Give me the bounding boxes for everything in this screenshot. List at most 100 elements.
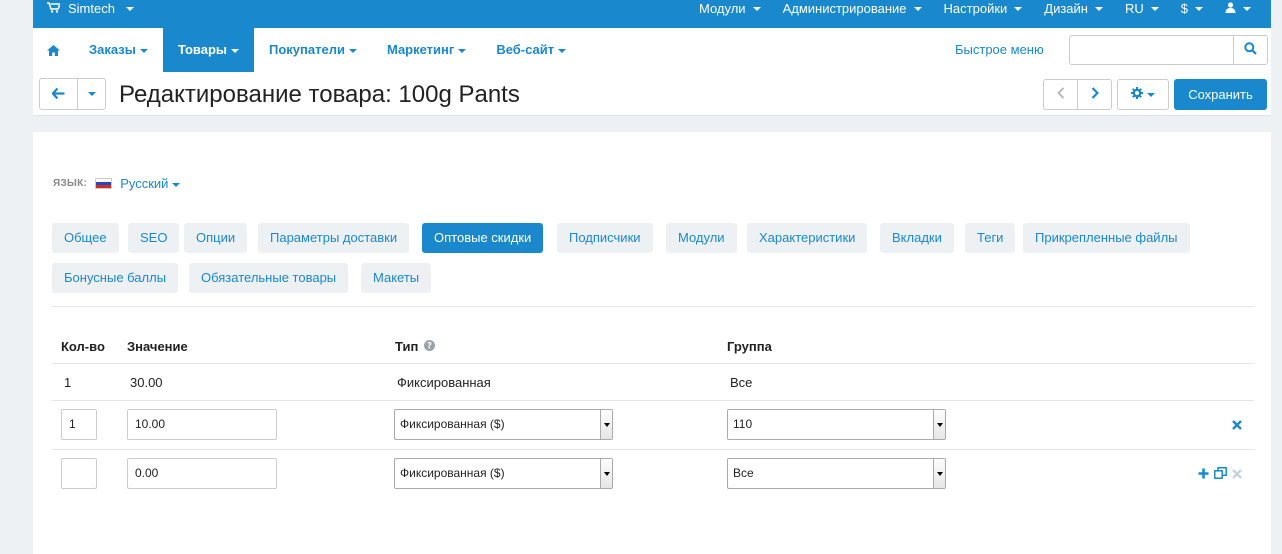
group-select[interactable]: 110 [727, 409, 946, 440]
add-row-button[interactable] [1196, 467, 1210, 481]
search-icon [1244, 42, 1257, 58]
chevron-down-icon [752, 6, 761, 11]
chevron-down-icon [933, 410, 945, 439]
chevron-down-icon [933, 459, 945, 488]
menu-modules[interactable]: Модули [688, 0, 772, 17]
column-header-group: Группа [727, 339, 772, 354]
tab-options[interactable]: Опции [184, 223, 248, 253]
help-icon[interactable]: ? [424, 339, 436, 354]
nav-orders-label: Заказы [89, 42, 136, 57]
header: Заказы Товары Покупатели Маркетинг Веб-с… [33, 28, 1271, 116]
back-button-group [39, 78, 106, 110]
store-brand[interactable]: Simtech [47, 0, 134, 17]
close-icon [1232, 467, 1242, 482]
column-header-qty: Кол-во [61, 339, 105, 354]
content-panel: ЯЗЫК: Русский Общее SEO Опции Параметры … [33, 132, 1271, 554]
history-dropdown[interactable] [78, 79, 105, 109]
type-select-value: Фиксированная ($) [400, 466, 505, 480]
language-selector: ЯЗЫК: Русский [53, 176, 181, 191]
clone-row-button[interactable] [1213, 466, 1228, 481]
language-value: Русский [120, 176, 169, 191]
pager [1043, 79, 1112, 110]
top-bar: Simtech Модули Администрирование Настрой… [33, 0, 1271, 28]
menu-user[interactable] [1214, 0, 1271, 17]
chevron-down-icon [913, 6, 922, 11]
menu-language-label: RU [1124, 1, 1144, 16]
nav-website[interactable]: Веб-сайт [481, 28, 581, 72]
tab-layouts[interactable]: Макеты [361, 263, 432, 293]
tab-product-tabs[interactable]: Вкладки [880, 223, 954, 253]
tab-attachments[interactable]: Прикрепленные файлы [1023, 223, 1190, 253]
menu-design[interactable]: Дизайн [1033, 0, 1114, 17]
back-button[interactable] [40, 79, 78, 109]
arrow-left-icon [51, 87, 65, 102]
tab-subscribers[interactable]: Подписчики [557, 223, 653, 253]
chevron-down-icon [231, 48, 239, 53]
nav-customers[interactable]: Покупатели [254, 28, 372, 72]
tab-tags[interactable]: Теги [965, 223, 1016, 253]
group-select[interactable]: Все [727, 458, 946, 489]
tab-shipping[interactable]: Параметры доставки [258, 223, 410, 253]
cart-icon [47, 0, 62, 17]
value-input[interactable]: 0.00 [127, 458, 277, 489]
static-row-qty: 1 [64, 375, 72, 390]
type-select[interactable]: Фиксированная ($) [394, 458, 613, 489]
search-button[interactable] [1233, 36, 1267, 64]
settings-dropdown-button[interactable] [1117, 79, 1169, 110]
chevron-left-icon [1056, 87, 1065, 102]
qty-input[interactable] [61, 458, 97, 489]
tab-general[interactable]: Общее [52, 223, 119, 253]
row-divider [52, 400, 1254, 401]
close-icon [1232, 418, 1242, 433]
chevron-down-icon [1147, 92, 1155, 97]
home-icon [47, 42, 60, 57]
chevron-down-icon [1014, 6, 1023, 11]
tab-wholesale-discounts[interactable]: Оптовые скидки [422, 223, 544, 253]
tab-required-products[interactable]: Обязательные товары [189, 263, 349, 293]
tab-features[interactable]: Характеристики [747, 223, 868, 253]
tab-addons[interactable]: Модули [666, 223, 737, 253]
menu-language[interactable]: RU [1114, 0, 1170, 17]
column-header-qty-label: Кол-во [61, 339, 105, 354]
save-button[interactable]: Сохранить [1174, 79, 1267, 110]
chevron-down-icon [87, 92, 96, 96]
column-header-value: Значение [127, 339, 188, 354]
menu-modules-label: Модули [698, 1, 746, 16]
group-select-value: Все [733, 466, 754, 480]
search-input[interactable] [1069, 35, 1268, 65]
chevron-right-icon [1091, 87, 1099, 102]
divider [52, 306, 1254, 307]
nav-marketing[interactable]: Маркетинг [372, 28, 481, 72]
page-title: Редактирование товара: 100g Pants [119, 81, 520, 108]
nav-website-label: Веб-сайт [496, 42, 555, 57]
nav-orders[interactable]: Заказы [74, 28, 163, 72]
tab-reward-points[interactable]: Бонусные баллы [52, 263, 179, 293]
next-product-button[interactable] [1078, 80, 1111, 109]
type-select[interactable]: Фиксированная ($) [394, 409, 613, 440]
svg-text:?: ? [427, 342, 432, 352]
nav-home[interactable] [33, 28, 74, 72]
column-header-type: Тип ? [395, 339, 436, 354]
language-dropdown[interactable]: Русский [120, 176, 181, 191]
value-input[interactable]: 10.00 [127, 409, 277, 440]
menu-administration[interactable]: Администрирование [772, 0, 933, 17]
chevron-down-icon [348, 48, 357, 53]
admin-menu: Модули Администрирование Настройки Дизай… [688, 0, 1271, 17]
static-row-group: Все [730, 375, 753, 390]
chevron-down-icon [1094, 6, 1103, 11]
qty-input[interactable]: 1 [61, 409, 97, 440]
prev-product-button[interactable] [1044, 80, 1078, 109]
nav-products[interactable]: Товары [162, 28, 254, 72]
menu-settings[interactable]: Настройки [933, 0, 1034, 17]
user-icon [1225, 0, 1236, 17]
menu-currency-label: $ [1180, 1, 1188, 16]
remove-row-button[interactable] [1230, 418, 1244, 432]
row-divider [52, 363, 1254, 364]
tab-seo[interactable]: SEO [128, 223, 180, 253]
gear-icon [1131, 87, 1143, 102]
flag-ru-icon [95, 178, 113, 189]
store-name: Simtech [68, 1, 115, 16]
quick-menu-link[interactable]: Быстрое меню [955, 28, 1044, 72]
remove-row-button[interactable] [1230, 467, 1244, 481]
menu-currency[interactable]: $ [1170, 0, 1214, 17]
